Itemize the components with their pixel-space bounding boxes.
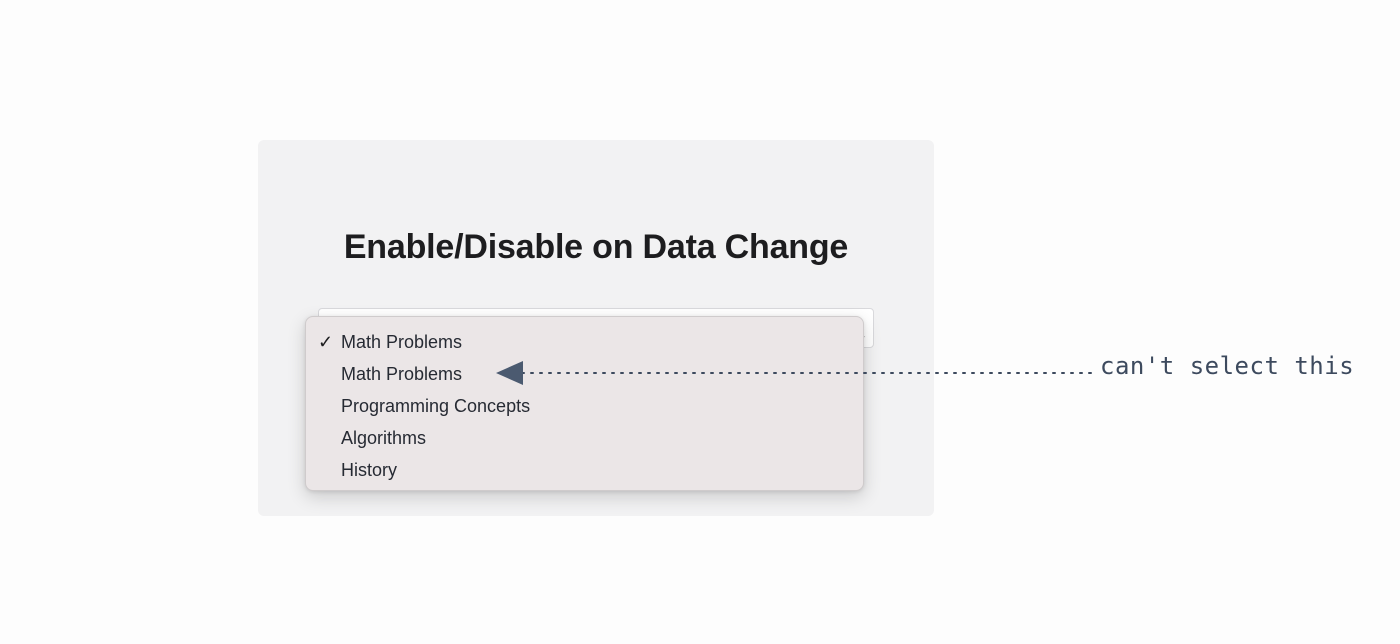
- option-label: Math Problems: [341, 332, 463, 352]
- annotation-label: can't select this: [1100, 352, 1355, 380]
- option-math-problems-selected[interactable]: ✓ Math Problems: [318, 326, 463, 358]
- option-history[interactable]: History: [341, 454, 397, 486]
- option-math-problems-disabled: Math Problems: [341, 358, 462, 390]
- option-programming-concepts[interactable]: Programming Concepts: [341, 390, 530, 422]
- option-label: Algorithms: [341, 428, 427, 448]
- option-algorithms[interactable]: Algorithms: [341, 422, 426, 454]
- page-title: Enable/Disable on Data Change: [343, 228, 849, 266]
- select-dropdown-menu: ✓ Math Problems Math Problems Programmin…: [305, 316, 864, 491]
- option-label: Programming Concepts: [341, 396, 531, 416]
- option-label: History: [341, 460, 398, 480]
- option-label: Math Problems: [341, 364, 463, 384]
- checkmark-icon: ✓: [318, 332, 334, 352]
